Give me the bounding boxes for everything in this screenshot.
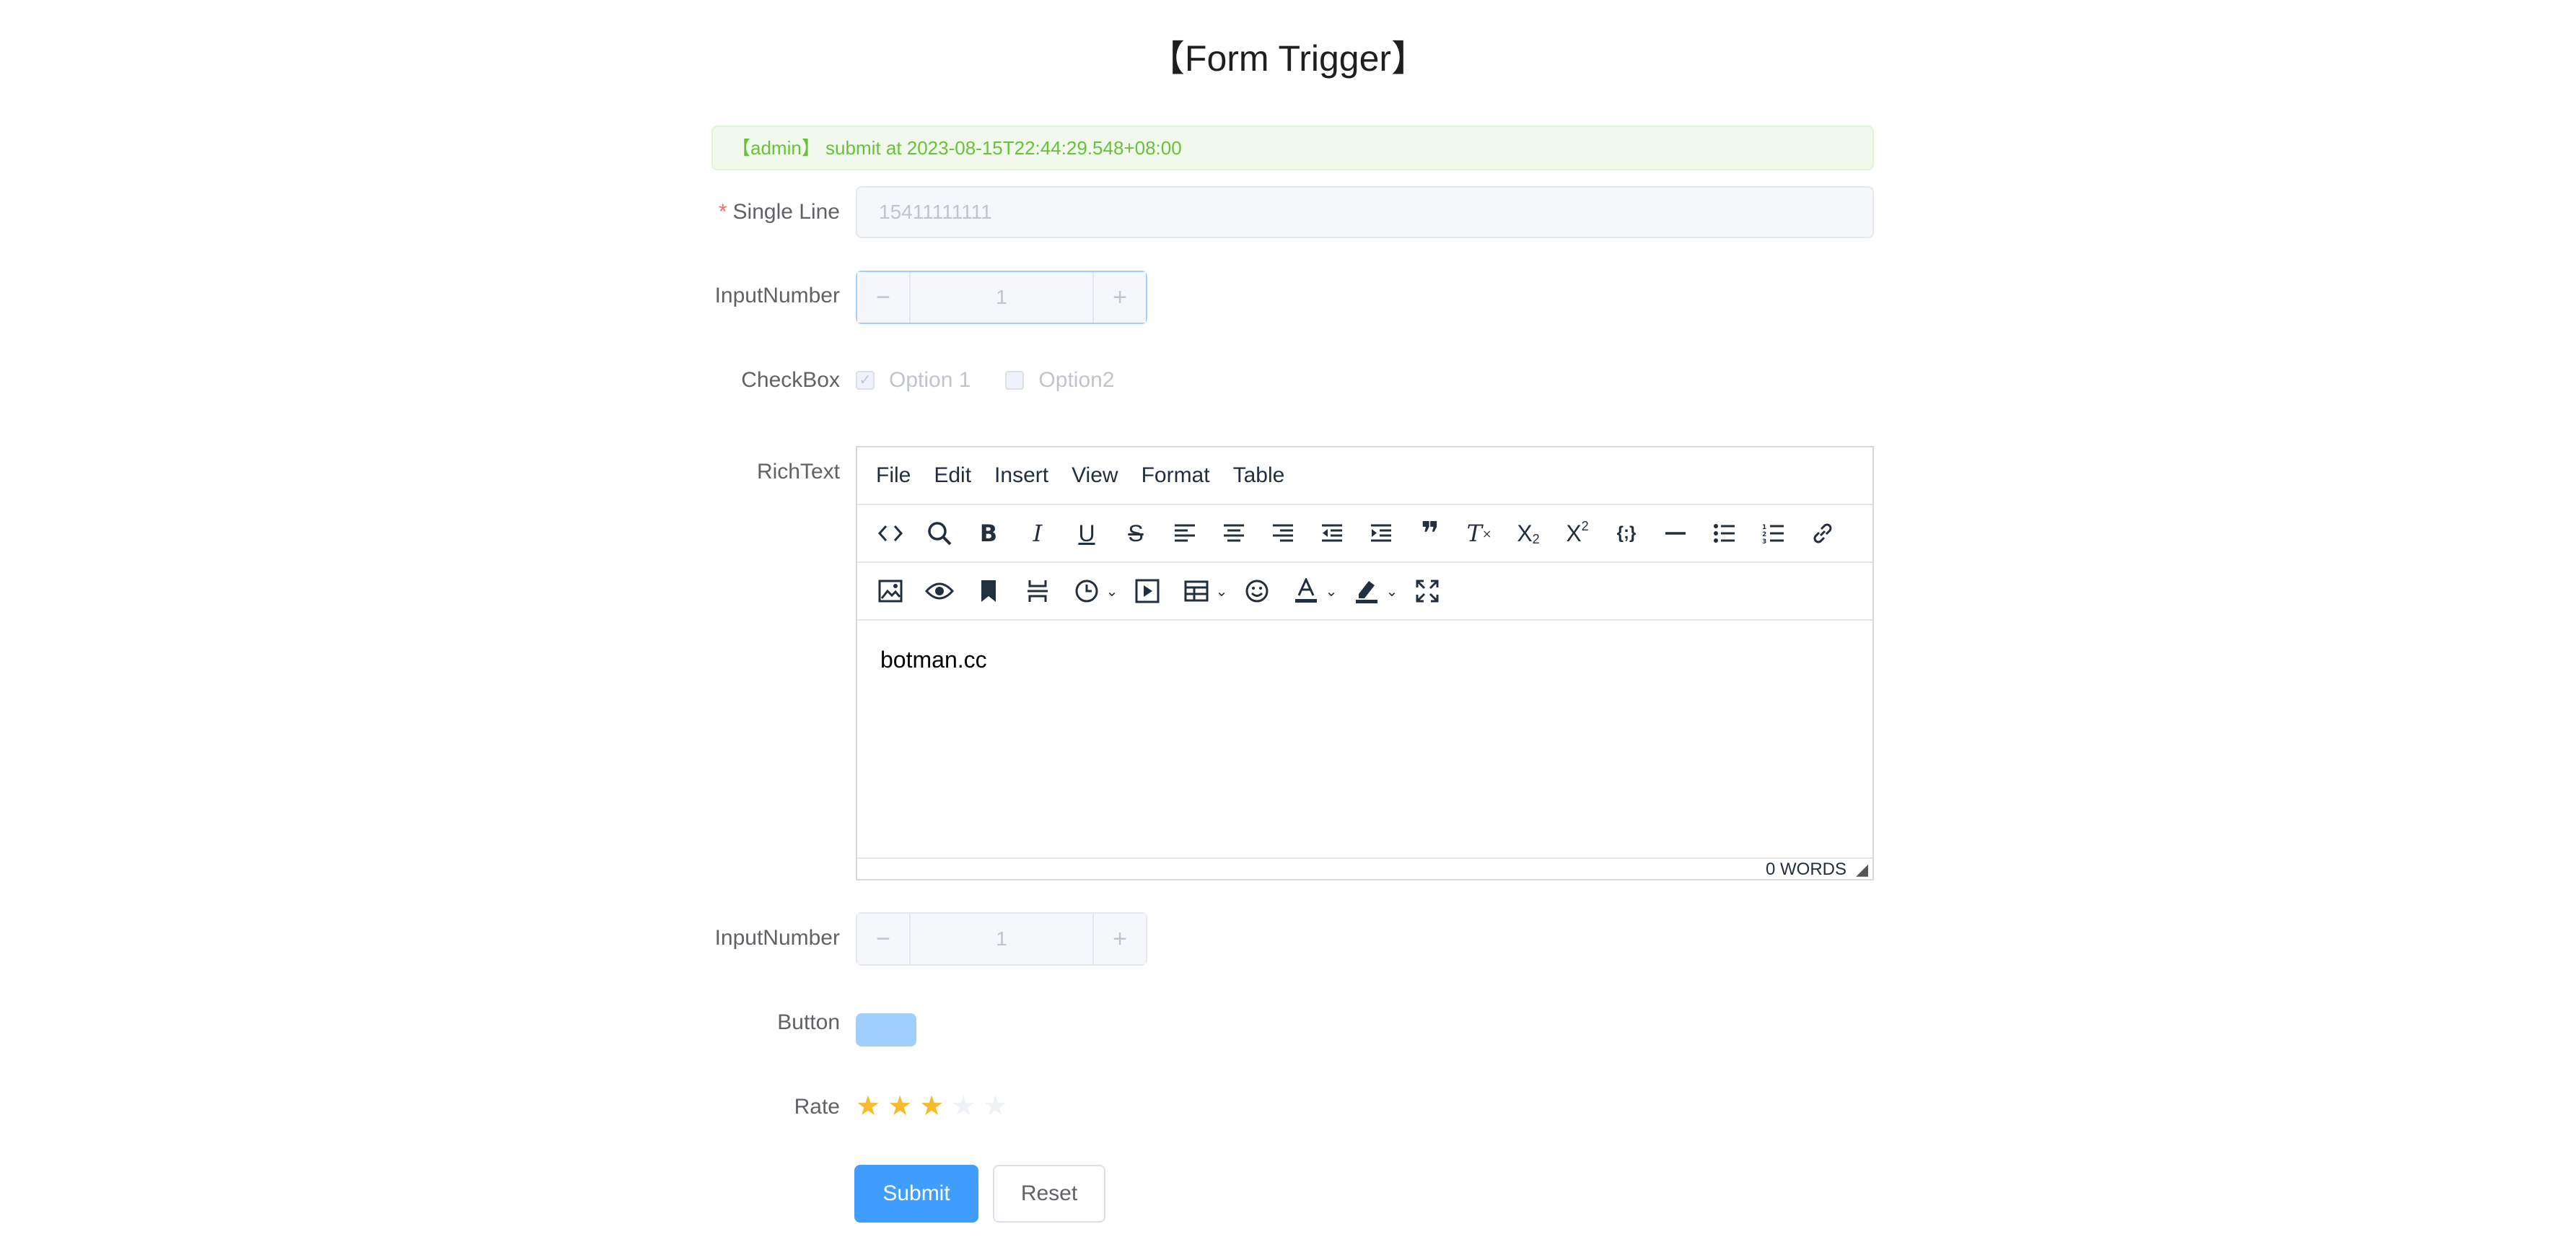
blockquote-icon[interactable]: ❞	[1406, 512, 1455, 555]
datetime-icon[interactable]	[1062, 569, 1111, 613]
menu-table[interactable]: Table	[1222, 463, 1297, 488]
align-center-icon[interactable]	[1209, 512, 1258, 555]
editor-statusbar: 0 WORDS ◢	[857, 859, 1872, 880]
horizontal-rule-icon[interactable]	[1651, 512, 1700, 555]
text-color-icon[interactable]	[1282, 569, 1331, 613]
submit-alert: 【admin】 submit at 2023-08-15T22:44:29.54…	[711, 126, 1874, 170]
svg-text:2: 2	[1762, 531, 1766, 538]
svg-text:1: 1	[1762, 524, 1766, 531]
input-number-label: InputNumber	[714, 926, 840, 950]
input-number-value[interactable]: 1	[911, 272, 1092, 323]
editor-toolbar-row-2: ⌄ ⌄ ⌄ ⌄	[857, 563, 1872, 621]
checkbox-checked-icon[interactable]: ✓	[856, 371, 875, 390]
page-break-icon[interactable]	[1013, 569, 1062, 613]
star-icon[interactable]: ★	[919, 1090, 944, 1123]
editor-toolbar-row-1: B I U S ❞ T × X2 X2 {;} 1 2 3	[857, 505, 1872, 563]
outdent-icon[interactable]	[1307, 512, 1357, 555]
submit-button[interactable]: Submit	[854, 1165, 978, 1223]
star-icon[interactable]: ★	[856, 1090, 880, 1123]
fullscreen-icon[interactable]	[1403, 569, 1452, 613]
increment-button[interactable]: +	[1092, 914, 1146, 964]
decrement-button[interactable]: −	[857, 914, 911, 964]
editor-content[interactable]: botman.cc	[857, 621, 1872, 859]
single-line-label: * Single Line	[649, 198, 840, 227]
rate-label: Rate	[794, 1095, 840, 1119]
menu-insert[interactable]: Insert	[983, 463, 1060, 488]
search-icon[interactable]	[915, 512, 964, 555]
word-count: 0 WORDS	[1765, 860, 1846, 879]
checkbox-label: CheckBox	[741, 368, 840, 392]
page-title: 【Form Trigger】	[1148, 38, 1428, 79]
link-icon[interactable]	[1798, 512, 1847, 555]
bold-icon[interactable]: B	[964, 512, 1013, 555]
button-label: Button	[777, 1010, 840, 1034]
required-mark: *	[718, 200, 727, 224]
editor-menubar: File Edit Insert View Format Table	[857, 447, 1872, 505]
input-number-stepper[interactable]: − 1 +	[856, 271, 1147, 324]
code-sample-icon[interactable]: {;}	[1602, 512, 1651, 555]
richtext-label: RichText	[756, 460, 840, 484]
indent-icon[interactable]	[1357, 512, 1406, 555]
increment-button[interactable]: +	[1092, 272, 1146, 323]
align-right-icon[interactable]	[1258, 512, 1307, 555]
superscript-icon[interactable]: X2	[1553, 512, 1602, 555]
media-icon[interactable]	[1123, 569, 1172, 613]
reset-button[interactable]: Reset	[993, 1165, 1105, 1223]
align-left-icon[interactable]	[1160, 512, 1209, 555]
table-icon[interactable]	[1172, 569, 1221, 613]
menu-file[interactable]: File	[864, 463, 922, 488]
image-icon[interactable]	[866, 569, 915, 613]
emoji-icon[interactable]	[1232, 569, 1282, 613]
menu-view[interactable]: View	[1060, 463, 1129, 488]
subscript-icon[interactable]: X2	[1504, 512, 1553, 555]
numbered-list-icon[interactable]: 123	[1749, 512, 1798, 555]
svg-text:3: 3	[1762, 538, 1766, 544]
input-number-value[interactable]: 1	[911, 914, 1092, 964]
highlight-color-icon[interactable]	[1342, 569, 1391, 613]
star-icon[interactable]: ★	[951, 1090, 976, 1123]
checkbox-option-label: Option 1	[889, 368, 971, 392]
menu-format[interactable]: Format	[1130, 463, 1222, 488]
star-icon[interactable]: ★	[888, 1090, 912, 1123]
code-icon[interactable]	[866, 512, 915, 555]
disabled-button[interactable]	[856, 1013, 916, 1046]
bullet-list-icon[interactable]	[1700, 512, 1749, 555]
italic-icon[interactable]: I	[1013, 512, 1062, 555]
underline-icon[interactable]: U	[1062, 512, 1111, 555]
resize-handle-icon[interactable]: ◢	[1856, 859, 1868, 880]
decrement-button[interactable]: −	[857, 272, 911, 323]
clear-format-icon[interactable]: T ×	[1455, 512, 1504, 555]
checkbox-group: ✓ Option 1 Option2	[856, 368, 1149, 393]
checkbox-unchecked-icon[interactable]	[1005, 371, 1025, 390]
checkbox-option-label: Option2	[1038, 368, 1115, 392]
form-page: 【Form Trigger】 【admin】 submit at 2023-08…	[0, 0, 2576, 1237]
strikethrough-icon[interactable]: S	[1111, 512, 1160, 555]
single-line-input[interactable]: 15411111111	[856, 186, 1874, 238]
input-number-label: InputNumber	[714, 284, 840, 307]
checkbox-option-1[interactable]: ✓ Option 1	[856, 368, 971, 393]
menu-edit[interactable]: Edit	[922, 463, 983, 488]
star-icon[interactable]: ★	[983, 1090, 1007, 1123]
richtext-editor: File Edit Insert View Format Table B I U…	[856, 446, 1874, 880]
single-line-label-text: Single Line	[732, 200, 840, 224]
checkbox-option-2[interactable]: Option2	[1005, 368, 1115, 393]
preview-icon[interactable]	[915, 569, 964, 613]
input-number-stepper[interactable]: − 1 +	[856, 912, 1147, 966]
rate-stars[interactable]: ★ ★ ★ ★ ★	[856, 1090, 1015, 1123]
bookmark-icon[interactable]	[964, 569, 1013, 613]
